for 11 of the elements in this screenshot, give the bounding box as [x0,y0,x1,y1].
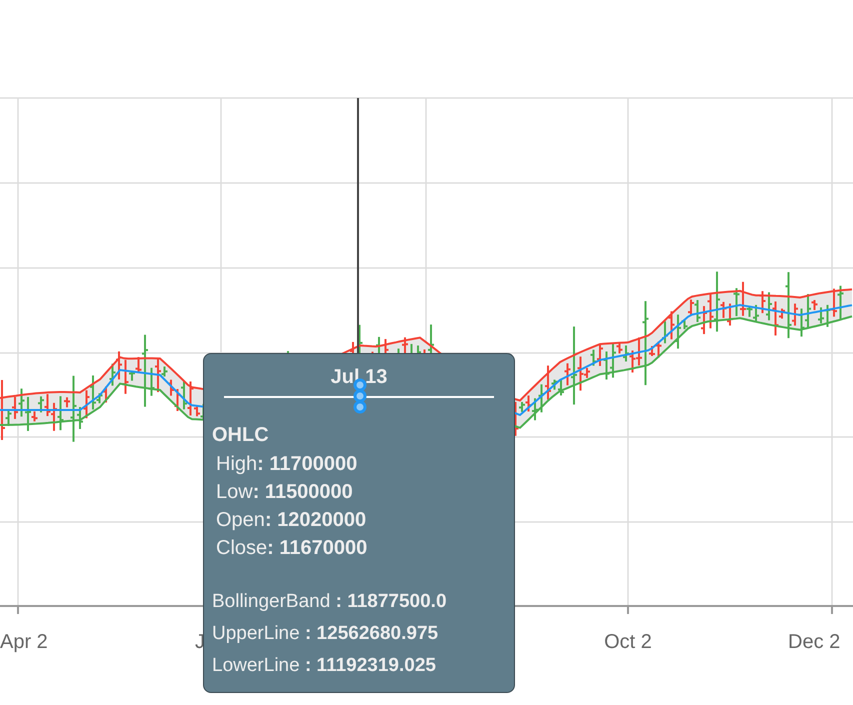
tooltip-row: BollingerBand : 11877500.0 [212,591,447,612]
tooltip-row: LowerLine : 11192319.025 [212,655,436,676]
tooltip-row: High: 11700000 [216,453,358,475]
x-axis-label: Dec 2 [788,631,840,653]
tooltip-row: Low: 11500000 [216,481,353,503]
x-axis-label: Apr 2 [0,631,48,653]
tooltip-row: UpperLine : 12562680.975 [212,623,438,644]
x-axis-label: Oct 2 [604,631,652,653]
series-name: OHLC [212,424,269,446]
tooltip-row: Open: 12020000 [216,509,366,531]
tooltip-row: Close: 11670000 [216,537,368,559]
